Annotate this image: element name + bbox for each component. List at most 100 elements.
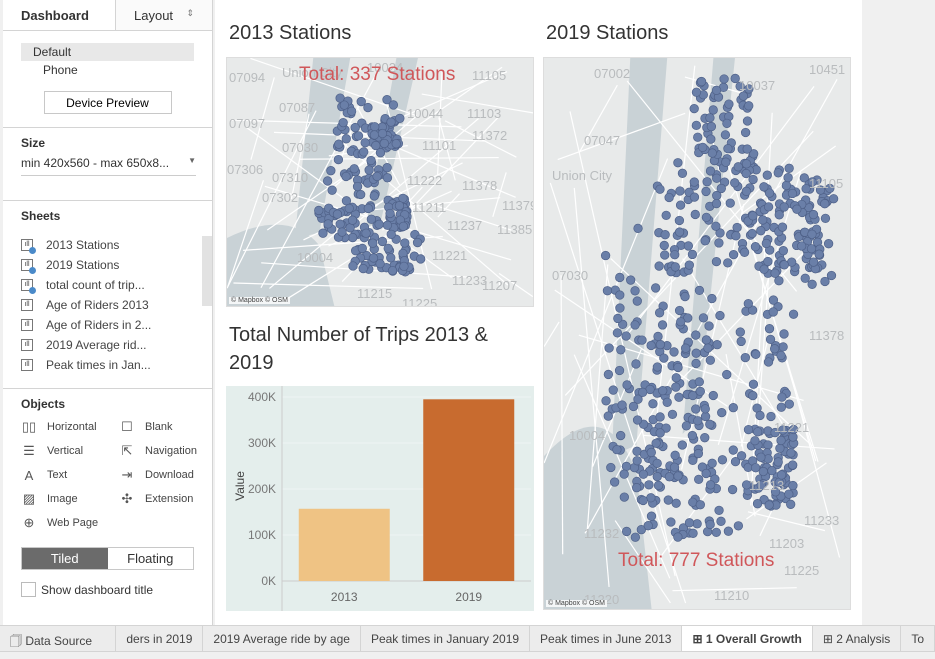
station-point[interactable] (673, 471, 683, 481)
station-point[interactable] (372, 171, 382, 182)
station-point[interactable] (743, 298, 753, 309)
station-point[interactable] (366, 214, 377, 224)
sheet-tab[interactable]: Peak times in June 2013 (530, 626, 683, 651)
station-point[interactable] (741, 159, 752, 169)
station-point[interactable] (318, 228, 328, 238)
station-point[interactable] (774, 210, 784, 220)
station-point[interactable] (744, 101, 754, 111)
station-point[interactable] (694, 474, 704, 485)
station-point[interactable] (322, 176, 333, 186)
sheet-item[interactable]: ıll Age of Riders in 2... (21, 315, 194, 335)
station-point[interactable] (698, 142, 708, 152)
station-point[interactable] (670, 250, 680, 260)
station-point[interactable] (786, 499, 796, 509)
object-horizontal[interactable]: ▯▯ Horizontal (21, 419, 119, 435)
station-point[interactable] (773, 168, 783, 178)
station-point[interactable] (368, 238, 378, 248)
show-title-checkbox[interactable] (21, 582, 36, 597)
station-point[interactable] (691, 358, 701, 369)
station-point[interactable] (382, 163, 392, 173)
station-point[interactable] (739, 247, 750, 257)
station-point[interactable] (736, 451, 747, 461)
station-point[interactable] (716, 516, 726, 526)
station-point[interactable] (788, 460, 798, 470)
station-point[interactable] (671, 382, 681, 392)
station-point[interactable] (712, 173, 722, 183)
station-point[interactable] (695, 386, 705, 397)
station-point[interactable] (667, 409, 678, 420)
station-point[interactable] (784, 163, 794, 173)
station-point[interactable] (615, 290, 625, 300)
station-point[interactable] (626, 275, 636, 285)
station-point[interactable] (769, 344, 780, 354)
station-point[interactable] (613, 313, 623, 324)
station-point[interactable] (652, 471, 662, 482)
bar-2013[interactable] (298, 508, 390, 581)
station-point[interactable] (806, 244, 817, 254)
object-navigation[interactable]: ⇱ Navigation (119, 443, 217, 459)
station-point[interactable] (693, 448, 704, 459)
station-point[interactable] (669, 462, 680, 472)
sheet-item[interactable]: ıll Peak times in Jan... (21, 355, 194, 375)
station-point[interactable] (761, 238, 771, 249)
station-point[interactable] (359, 147, 369, 157)
station-point[interactable] (691, 87, 702, 97)
size-dropdown[interactable]: min 420x560 - max 650x8... ▼ (21, 156, 196, 176)
station-point[interactable] (758, 215, 768, 225)
station-point[interactable] (341, 171, 351, 182)
station-point[interactable] (615, 272, 625, 283)
station-point[interactable] (369, 130, 380, 140)
station-point[interactable] (787, 188, 798, 199)
device-preview-button[interactable]: Device Preview (43, 91, 172, 114)
station-point[interactable] (784, 489, 794, 499)
station-point[interactable] (704, 321, 714, 331)
station-point[interactable] (743, 424, 754, 435)
station-point[interactable] (341, 134, 351, 144)
station-point[interactable] (650, 283, 661, 293)
station-point[interactable] (723, 143, 733, 154)
station-point[interactable] (379, 138, 389, 149)
station-point[interactable] (764, 324, 775, 334)
station-point[interactable] (674, 392, 684, 402)
station-point[interactable] (681, 343, 691, 353)
station-point[interactable] (347, 215, 358, 225)
station-point[interactable] (767, 465, 777, 476)
station-point[interactable] (687, 430, 698, 441)
station-point[interactable] (763, 202, 774, 212)
station-point[interactable] (748, 174, 758, 185)
station-point[interactable] (673, 532, 683, 542)
station-point[interactable] (784, 399, 794, 409)
station-point[interactable] (383, 243, 393, 254)
station-point[interactable] (377, 128, 388, 139)
station-point[interactable] (736, 336, 746, 347)
station-point[interactable] (768, 295, 779, 305)
station-point[interactable] (783, 172, 793, 183)
station-point[interactable] (723, 526, 734, 536)
sheet-item[interactable]: ıll 2019 Stations (21, 255, 194, 275)
station-point[interactable] (717, 407, 727, 418)
station-point[interactable] (752, 499, 763, 509)
bar-2019[interactable] (423, 399, 515, 581)
station-point[interactable] (361, 228, 371, 238)
station-point[interactable] (662, 397, 672, 407)
station-point[interactable] (759, 264, 769, 274)
station-point[interactable] (657, 320, 668, 330)
station-point[interactable] (387, 265, 398, 276)
station-point[interactable] (601, 396, 611, 406)
station-point[interactable] (714, 505, 724, 516)
station-point[interactable] (705, 166, 716, 176)
station-point[interactable] (638, 495, 648, 506)
station-point[interactable] (814, 249, 824, 259)
station-point[interactable] (675, 186, 685, 196)
station-point[interactable] (374, 219, 384, 229)
station-point[interactable] (691, 120, 702, 131)
station-point[interactable] (689, 192, 700, 202)
station-point[interactable] (617, 400, 627, 410)
station-point[interactable] (394, 201, 405, 211)
station-point[interactable] (323, 219, 333, 229)
station-point[interactable] (777, 222, 788, 232)
station-point[interactable] (326, 166, 336, 176)
station-point[interactable] (725, 198, 735, 208)
station-point[interactable] (756, 226, 766, 236)
station-point[interactable] (763, 357, 774, 367)
